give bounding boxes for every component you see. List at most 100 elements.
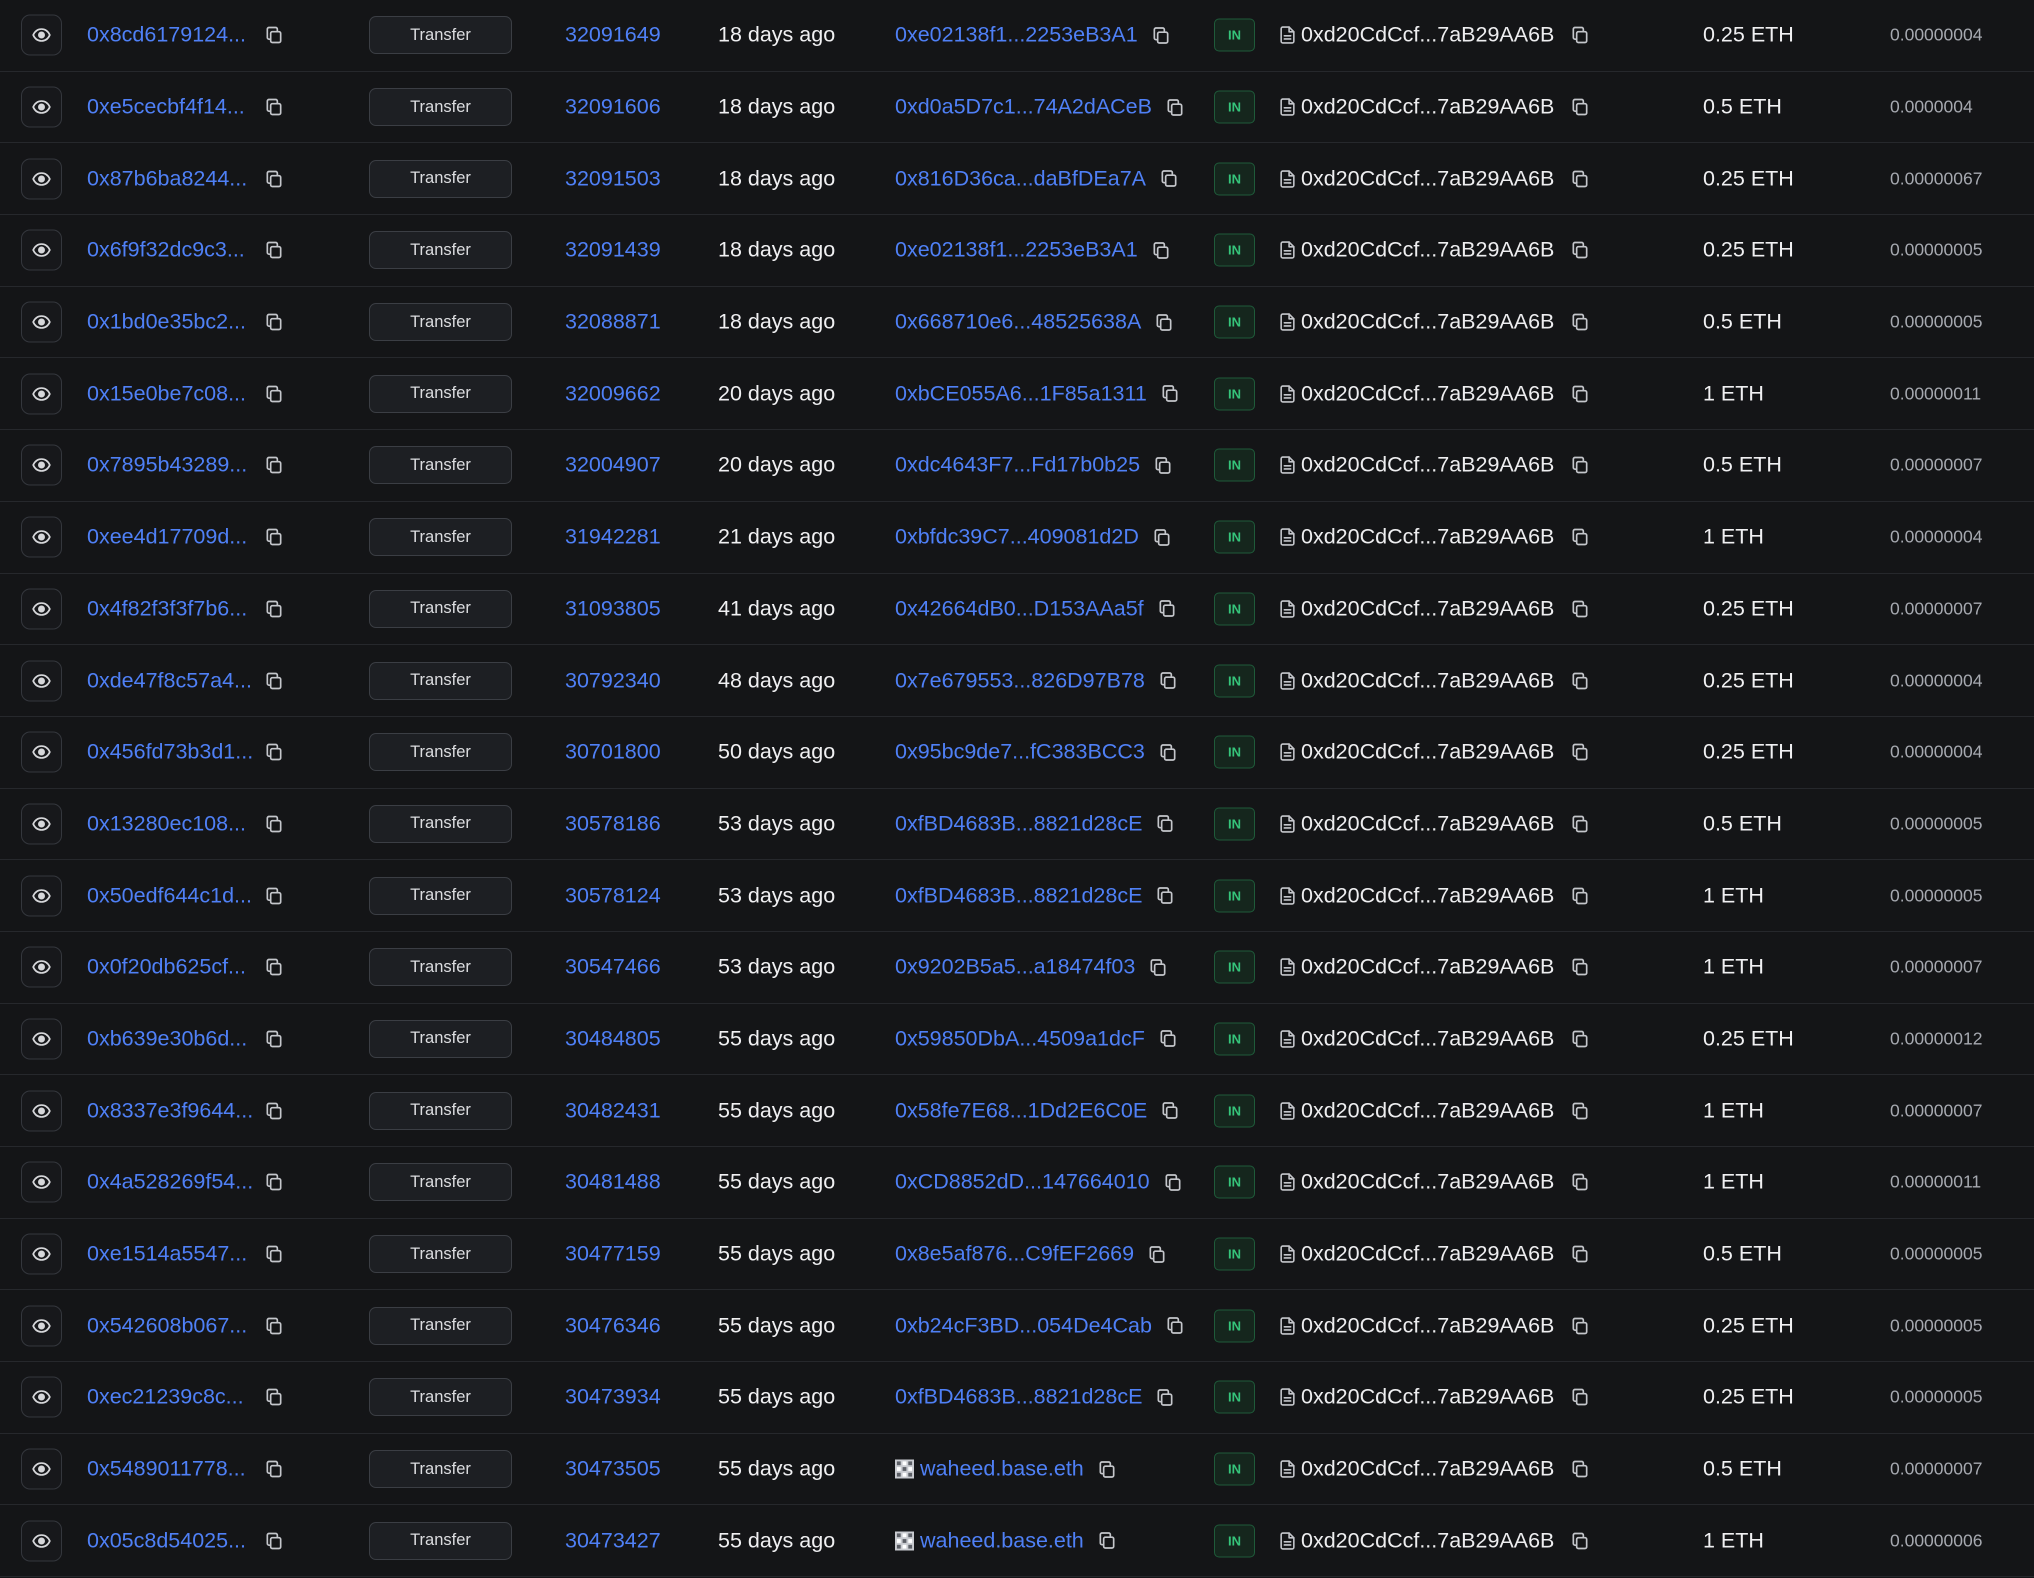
txn-hash-link[interactable]: 0x542608b067...	[87, 1313, 247, 1338]
copy-to-address-button[interactable]	[1569, 311, 1591, 333]
txn-hash-link[interactable]: 0x7895b43289...	[87, 453, 247, 478]
copy-txn-hash-button[interactable]	[263, 670, 285, 692]
block-link[interactable]: 32004907	[565, 453, 661, 478]
copy-from-address-button[interactable]	[1164, 96, 1186, 118]
copy-to-address-button[interactable]	[1569, 741, 1591, 763]
block-link[interactable]: 30473505	[565, 1457, 661, 1482]
copy-txn-hash-button[interactable]	[263, 383, 285, 405]
block-link[interactable]: 30701800	[565, 740, 661, 765]
view-details-button[interactable]	[21, 1376, 62, 1418]
txn-hash-link[interactable]: 0x456fd73b3d1...	[87, 740, 253, 765]
block-link[interactable]: 32091606	[565, 95, 661, 120]
txn-hash-link[interactable]: 0x8cd6179124...	[87, 23, 246, 48]
from-address-link[interactable]: 0xfBD4683B...8821d28cE	[895, 811, 1142, 836]
from-address-link[interactable]: 0x95bc9de7...fC383BCC3	[895, 740, 1145, 765]
from-address-link[interactable]: waheed.base.eth	[920, 1457, 1084, 1482]
block-link[interactable]: 31093805	[565, 596, 661, 621]
view-details-button[interactable]	[21, 86, 62, 128]
copy-from-address-button[interactable]	[1159, 383, 1181, 405]
block-link[interactable]: 30473934	[565, 1385, 661, 1410]
block-link[interactable]: 30481488	[565, 1170, 661, 1195]
copy-to-address-button[interactable]	[1569, 598, 1591, 620]
to-address-link[interactable]: 0xd20CdCcf...7aB29AA6B	[1301, 668, 1554, 693]
view-details-button[interactable]	[21, 1090, 62, 1132]
view-details-button[interactable]	[21, 946, 62, 988]
txn-hash-link[interactable]: 0xec21239c8c...	[87, 1385, 244, 1410]
block-link[interactable]: 30792340	[565, 668, 661, 693]
view-details-button[interactable]	[21, 660, 62, 702]
copy-to-address-button[interactable]	[1569, 239, 1591, 261]
copy-txn-hash-button[interactable]	[263, 1315, 285, 1337]
copy-to-address-button[interactable]	[1569, 1028, 1591, 1050]
copy-txn-hash-button[interactable]	[263, 1458, 285, 1480]
view-details-button[interactable]	[21, 588, 62, 630]
from-address-link[interactable]: 0xbfdc39C7...409081d2D	[895, 525, 1139, 550]
view-details-button[interactable]	[21, 14, 62, 56]
from-address-link[interactable]: 0xb24cF3BD...054De4Cab	[895, 1313, 1152, 1338]
txn-hash-link[interactable]: 0xb639e30b6d...	[87, 1026, 247, 1051]
txn-hash-link[interactable]: 0x8337e3f9644...	[87, 1098, 253, 1123]
copy-txn-hash-button[interactable]	[263, 526, 285, 548]
block-link[interactable]: 30482431	[565, 1098, 661, 1123]
copy-to-address-button[interactable]	[1569, 1100, 1591, 1122]
copy-txn-hash-button[interactable]	[263, 454, 285, 476]
view-details-button[interactable]	[21, 229, 62, 271]
txn-hash-link[interactable]: 0x4f82f3f3f7b6...	[87, 596, 247, 621]
copy-from-address-button[interactable]	[1096, 1458, 1118, 1480]
copy-from-address-button[interactable]	[1154, 813, 1176, 835]
view-details-button[interactable]	[21, 301, 62, 343]
from-address-link[interactable]: waheed.base.eth	[920, 1528, 1084, 1553]
copy-txn-hash-button[interactable]	[263, 168, 285, 190]
to-address-link[interactable]: 0xd20CdCcf...7aB29AA6B	[1301, 1170, 1554, 1195]
copy-from-address-button[interactable]	[1157, 1028, 1179, 1050]
copy-from-address-button[interactable]	[1152, 454, 1174, 476]
copy-from-address-button[interactable]	[1150, 24, 1172, 46]
view-details-button[interactable]	[21, 1233, 62, 1275]
view-details-button[interactable]	[21, 803, 62, 845]
txn-hash-link[interactable]: 0xe1514a5547...	[87, 1242, 247, 1267]
view-details-button[interactable]	[21, 1448, 62, 1490]
copy-from-address-button[interactable]	[1156, 598, 1178, 620]
from-address-link[interactable]: 0x42664dB0...D153AAa5f	[895, 596, 1144, 621]
copy-to-address-button[interactable]	[1569, 383, 1591, 405]
txn-hash-link[interactable]: 0x6f9f32dc9c3...	[87, 238, 245, 263]
from-address-link[interactable]: 0xe02138f1...2253eB3A1	[895, 238, 1138, 263]
to-address-link[interactable]: 0xd20CdCcf...7aB29AA6B	[1301, 238, 1554, 263]
copy-from-address-button[interactable]	[1162, 1171, 1184, 1193]
copy-to-address-button[interactable]	[1569, 24, 1591, 46]
txn-hash-link[interactable]: 0x1bd0e35bc2...	[87, 310, 246, 335]
copy-txn-hash-button[interactable]	[263, 813, 285, 835]
copy-to-address-button[interactable]	[1569, 168, 1591, 190]
view-details-button[interactable]	[21, 516, 62, 558]
copy-txn-hash-button[interactable]	[263, 956, 285, 978]
to-address-link[interactable]: 0xd20CdCcf...7aB29AA6B	[1301, 166, 1554, 191]
from-address-link[interactable]: 0x7e679553...826D97B78	[895, 668, 1145, 693]
txn-hash-link[interactable]: 0x5489011778...	[87, 1457, 246, 1482]
txn-hash-link[interactable]: 0x0f20db625cf...	[87, 955, 246, 980]
copy-txn-hash-button[interactable]	[263, 598, 285, 620]
copy-to-address-button[interactable]	[1569, 1243, 1591, 1265]
to-address-link[interactable]: 0xd20CdCcf...7aB29AA6B	[1301, 955, 1554, 980]
view-details-button[interactable]	[21, 1018, 62, 1060]
view-details-button[interactable]	[21, 875, 62, 917]
copy-to-address-button[interactable]	[1569, 454, 1591, 476]
to-address-link[interactable]: 0xd20CdCcf...7aB29AA6B	[1301, 596, 1554, 621]
block-link[interactable]: 30476346	[565, 1313, 661, 1338]
copy-to-address-button[interactable]	[1569, 1458, 1591, 1480]
from-address-link[interactable]: 0xe02138f1...2253eB3A1	[895, 23, 1138, 48]
copy-from-address-button[interactable]	[1147, 956, 1169, 978]
to-address-link[interactable]: 0xd20CdCcf...7aB29AA6B	[1301, 23, 1554, 48]
view-details-button[interactable]	[21, 1520, 62, 1562]
copy-txn-hash-button[interactable]	[263, 239, 285, 261]
to-address-link[interactable]: 0xd20CdCcf...7aB29AA6B	[1301, 1528, 1554, 1553]
view-details-button[interactable]	[21, 444, 62, 486]
copy-to-address-button[interactable]	[1569, 670, 1591, 692]
view-details-button[interactable]	[21, 373, 62, 415]
from-address-link[interactable]: 0xfBD4683B...8821d28cE	[895, 1385, 1142, 1410]
view-details-button[interactable]	[21, 1305, 62, 1347]
to-address-link[interactable]: 0xd20CdCcf...7aB29AA6B	[1301, 1098, 1554, 1123]
txn-hash-link[interactable]: 0x4a528269f54...	[87, 1170, 253, 1195]
copy-from-address-button[interactable]	[1157, 741, 1179, 763]
txn-hash-link[interactable]: 0xee4d17709d...	[87, 525, 247, 550]
view-details-button[interactable]	[21, 158, 62, 200]
